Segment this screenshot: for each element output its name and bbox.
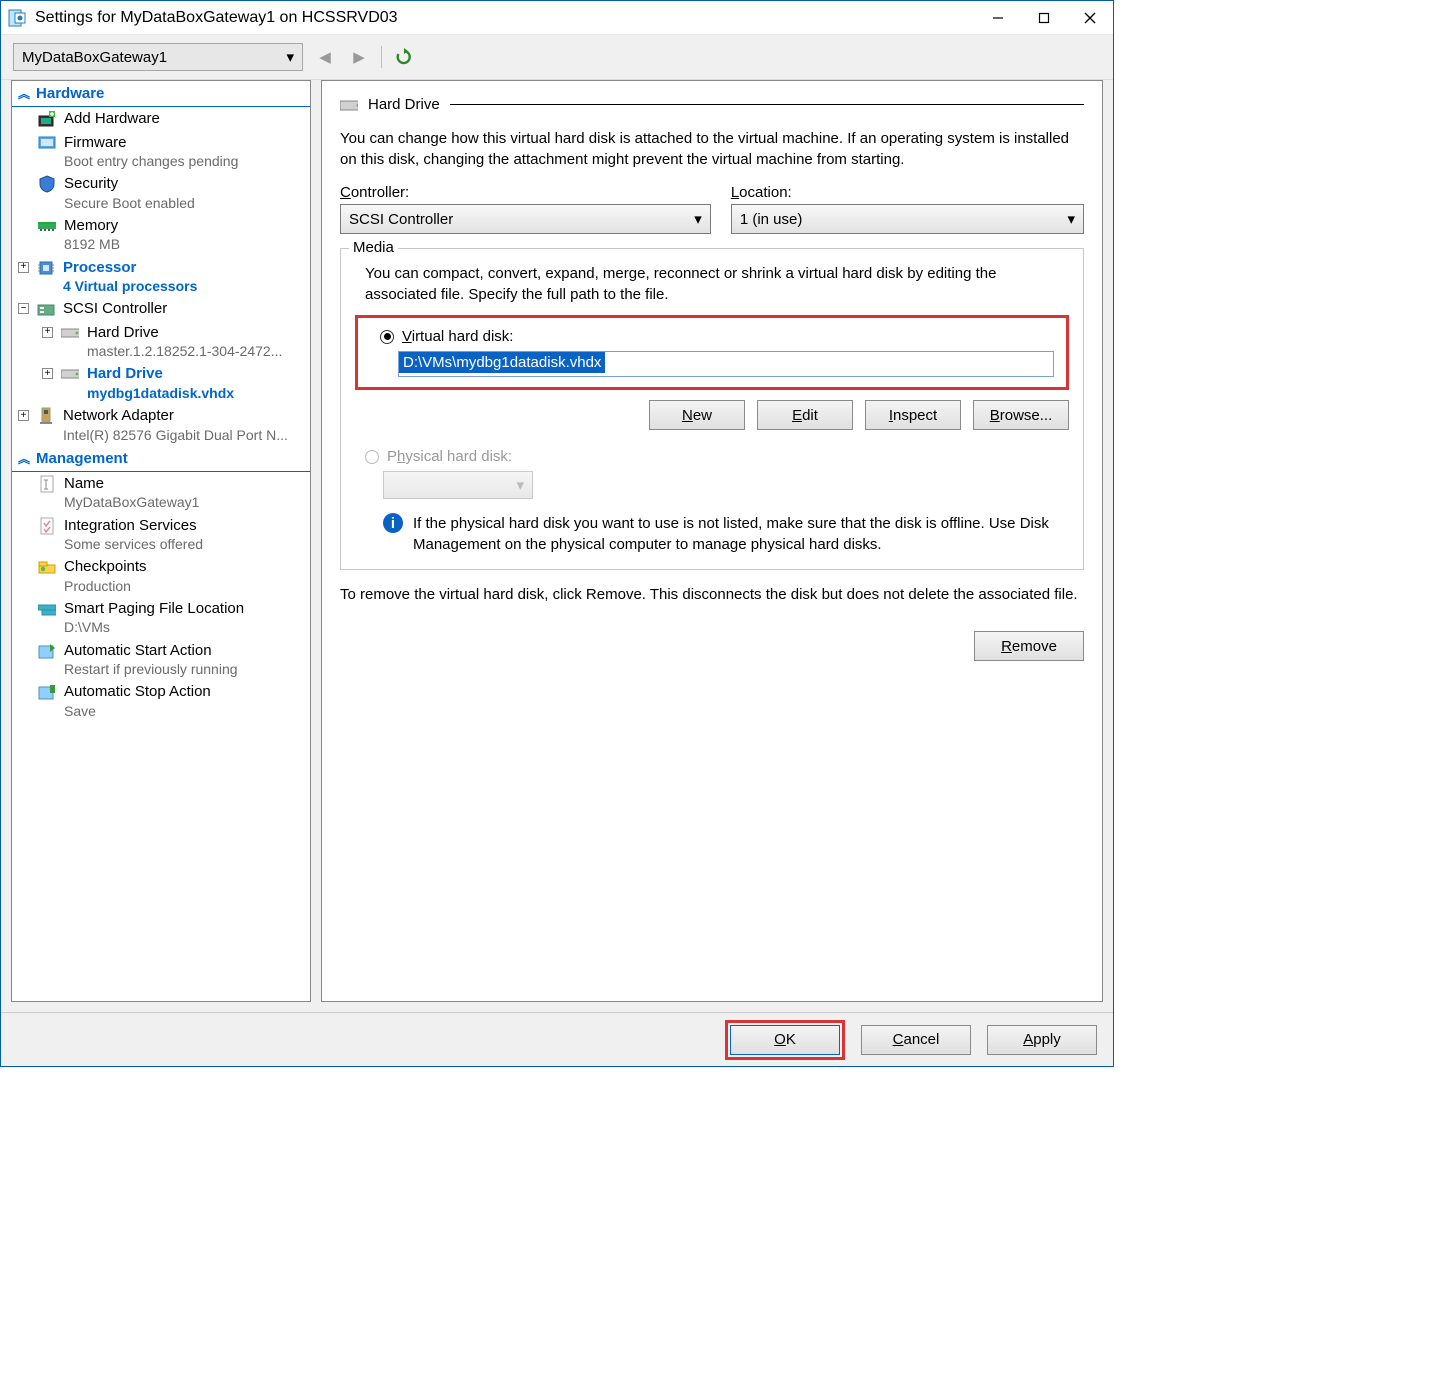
location-label: Location: (731, 184, 1084, 201)
new-button[interactable]: New (649, 400, 745, 430)
expand-icon[interactable]: + (18, 410, 29, 421)
minimize-button[interactable] (975, 1, 1021, 34)
settings-window: Settings for MyDataBoxGateway1 on HCSSRV… (0, 0, 1114, 1067)
hardware-header[interactable]: ︽ Hardware (12, 81, 310, 107)
hard-drive-icon (340, 96, 358, 114)
physical-disk-info: If the physical hard disk you want to us… (413, 513, 1069, 555)
ok-button[interactable]: OK (730, 1025, 840, 1055)
chevron-down-icon: ▾ (1067, 210, 1075, 228)
sidebar-item-memory[interactable]: Memory8192 MB (12, 214, 310, 256)
sidebar-item-processor[interactable]: + Processor4 Virtual processors (12, 256, 310, 298)
location-dropdown[interactable]: 1 (in use) ▾ (731, 204, 1084, 234)
edit-button[interactable]: Edit (757, 400, 853, 430)
titlebar: Settings for MyDataBoxGateway1 on HCSSRV… (1, 1, 1113, 35)
media-fieldset: Media You can compact, convert, expand, … (340, 248, 1084, 570)
expand-icon[interactable]: + (18, 262, 29, 273)
dialog-footer: OK Cancel Apply (1, 1012, 1113, 1066)
vm-selector-dropdown[interactable]: MyDataBoxGateway1 ▾ (13, 43, 303, 71)
vhd-highlight-box: Virtual hard disk: D:\VMs\mydbg1datadisk… (355, 315, 1069, 390)
info-icon: i (383, 513, 403, 533)
management-header[interactable]: ︽ Management (12, 446, 310, 472)
app-icon (7, 8, 27, 28)
physical-disk-radio (365, 450, 379, 464)
integration-icon (38, 517, 56, 535)
section-description: You can change how this virtual hard dis… (340, 128, 1084, 170)
sidebar-item-auto-stop[interactable]: Automatic Stop ActionSave (12, 680, 310, 722)
toolbar-divider (381, 46, 382, 68)
auto-start-icon (38, 642, 56, 660)
scsi-icon (37, 300, 55, 318)
sidebar-item-checkpoints[interactable]: CheckpointsProduction (12, 555, 310, 597)
physical-disk-label: Physical hard disk: (387, 448, 512, 465)
hard-drive-icon (61, 324, 79, 342)
section-title: Hard Drive (368, 96, 440, 113)
maximize-button[interactable] (1021, 1, 1067, 34)
apply-button[interactable]: Apply (987, 1025, 1097, 1055)
collapse-icon: ︽ (18, 450, 30, 467)
remove-description: To remove the virtual hard disk, click R… (340, 584, 1084, 605)
controller-label: Controller: (340, 184, 711, 201)
sidebar-item-name[interactable]: NameMyDataBoxGateway1 (12, 472, 310, 514)
checkpoints-icon (38, 558, 56, 576)
collapse-icon: ︽ (18, 85, 30, 102)
sidebar-item-integration[interactable]: Integration ServicesSome services offere… (12, 514, 310, 556)
inspect-button[interactable]: Inspect (865, 400, 961, 430)
sidebar-item-add-hardware[interactable]: Add Hardware (12, 107, 310, 131)
processor-icon (37, 259, 55, 277)
controller-dropdown[interactable]: SCSI Controller ▾ (340, 204, 711, 234)
collapse-icon[interactable]: − (18, 303, 29, 314)
vm-selector-value: MyDataBoxGateway1 (22, 49, 167, 66)
memory-icon (38, 217, 56, 235)
settings-sidebar[interactable]: ︽ Hardware Add Hardware FirmwareBoot ent… (11, 80, 311, 1002)
name-icon (38, 475, 56, 493)
firmware-icon (38, 134, 56, 152)
vhd-radio[interactable] (380, 330, 394, 344)
vhd-radio-label: Virtual hard disk: (402, 328, 513, 345)
expand-icon[interactable]: + (42, 327, 53, 338)
media-description: You can compact, convert, expand, merge,… (365, 263, 1069, 305)
chevron-down-icon: ▾ (516, 476, 524, 494)
physical-disk-dropdown: ▾ (383, 471, 533, 499)
main-panel: Hard Drive You can change how this virtu… (321, 80, 1103, 1002)
expand-icon[interactable]: + (42, 368, 53, 379)
close-button[interactable] (1067, 1, 1113, 34)
smart-paging-icon (38, 600, 56, 618)
browse-button[interactable]: Browse... (973, 400, 1069, 430)
auto-stop-icon (38, 683, 56, 701)
toolbar: MyDataBoxGateway1 ▾ ◀ ▶ (1, 35, 1113, 80)
chevron-down-icon: ▾ (694, 210, 702, 228)
media-legend: Media (349, 239, 398, 256)
remove-button[interactable]: Remove (974, 631, 1084, 661)
nav-back-button[interactable]: ◀ (313, 45, 337, 69)
sidebar-item-scsi[interactable]: − SCSI Controller (12, 297, 310, 321)
window-title: Settings for MyDataBoxGateway1 on HCSSRV… (35, 9, 975, 27)
cancel-button[interactable]: Cancel (861, 1025, 971, 1055)
sidebar-item-security[interactable]: SecuritySecure Boot enabled (12, 172, 310, 214)
sidebar-item-harddrive-2[interactable]: + Hard Drivemydbg1datadisk.vhdx (12, 362, 310, 404)
add-hardware-icon (38, 110, 56, 128)
hard-drive-icon (61, 365, 79, 383)
sidebar-item-smart-paging[interactable]: Smart Paging File LocationD:\VMs (12, 597, 310, 639)
sidebar-item-firmware[interactable]: FirmwareBoot entry changes pending (12, 131, 310, 173)
vhd-path-input[interactable]: D:\VMs\mydbg1datadisk.vhdx (398, 351, 1054, 377)
refresh-button[interactable] (392, 45, 416, 69)
network-adapter-icon (37, 407, 55, 425)
shield-icon (38, 175, 56, 193)
chevron-down-icon: ▾ (286, 48, 294, 66)
sidebar-item-network[interactable]: + Network AdapterIntel(R) 82576 Gigabit … (12, 404, 310, 446)
nav-forward-button[interactable]: ▶ (347, 45, 371, 69)
sidebar-item-auto-start[interactable]: Automatic Start ActionRestart if previou… (12, 639, 310, 681)
sidebar-item-harddrive-1[interactable]: + Hard Drivemaster.1.2.18252.1-304-2472.… (12, 321, 310, 363)
ok-highlight-box: OK (725, 1020, 845, 1060)
